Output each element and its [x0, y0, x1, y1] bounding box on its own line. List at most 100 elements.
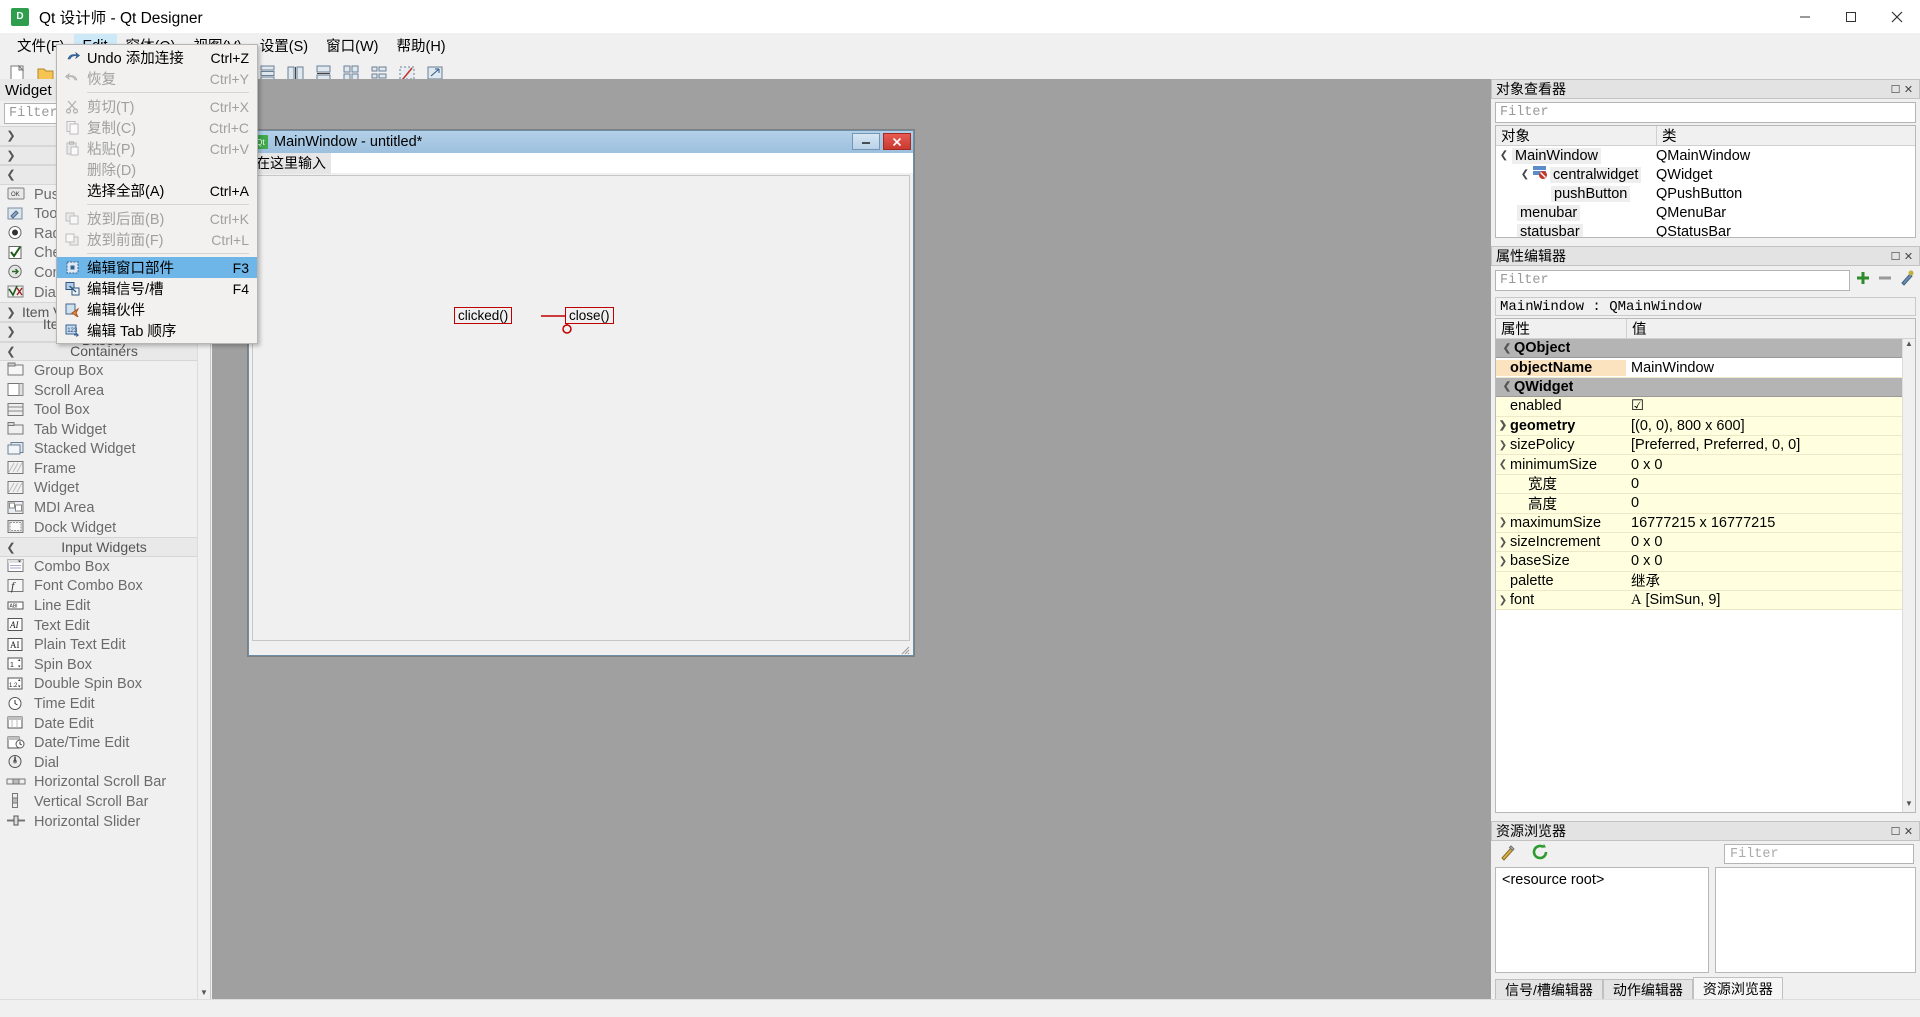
add-property-icon[interactable]: [1854, 269, 1872, 292]
property-value[interactable]: 0 x 0: [1626, 534, 1915, 550]
form-minimize-button[interactable]: [852, 133, 880, 150]
menu-item-bring-to-front[interactable]: 放到前面(F) Ctrl+L: [57, 229, 257, 250]
property-value[interactable]: 继承: [1626, 570, 1915, 591]
widget-item-mdi-area[interactable]: MDI Area: [0, 498, 210, 518]
widget-item-dial[interactable]: Dial: [0, 753, 210, 773]
resource-filter-input[interactable]: Filter: [1724, 844, 1914, 864]
scroll-down-icon[interactable]: ▼: [1903, 799, 1915, 812]
object-tree-row[interactable]: statusbar QStatusBar: [1496, 222, 1915, 237]
property-value[interactable]: 0 x 0: [1626, 457, 1915, 473]
tab-signal-slot-editor[interactable]: 信号/槽编辑器: [1495, 979, 1603, 999]
configure-icon[interactable]: [1898, 269, 1916, 292]
widget-item-dock-widget[interactable]: Dock Widget: [0, 518, 210, 538]
float-icon[interactable]: ☐: [1889, 250, 1902, 263]
menu-item-undo[interactable]: Undo 添加连接 Ctrl+Z: [57, 47, 257, 68]
object-tree-row[interactable]: pushButton QPushButton: [1496, 184, 1915, 203]
chevron-right-icon[interactable]: ❯: [1496, 556, 1510, 567]
property-row-min-width[interactable]: 宽度 0: [1496, 474, 1915, 495]
chevron-right-icon[interactable]: ❯: [1496, 420, 1510, 431]
chevron-right-icon[interactable]: ❯: [1496, 537, 1510, 548]
maximize-button[interactable]: [1828, 0, 1874, 33]
form-central-widget[interactable]: [252, 175, 910, 641]
menu-help[interactable]: 帮助(H): [387, 31, 454, 60]
widget-item-plain-text-edit[interactable]: AI Plain Text Edit: [0, 635, 210, 655]
widget-item-double-spin-box[interactable]: 1.2 Double Spin Box: [0, 675, 210, 695]
menu-item-cut[interactable]: 剪切(T) Ctrl+X: [57, 96, 257, 117]
widget-item-widget[interactable]: Widget: [0, 479, 210, 499]
form-window[interactable]: Qt MainWindow - untitled* 在这里输入 clicked(…: [248, 130, 914, 656]
property-editor-filter[interactable]: Filter: [1495, 270, 1850, 291]
scroll-down-icon[interactable]: ▼: [198, 986, 210, 999]
property-value[interactable]: 0: [1626, 476, 1915, 492]
menu-window[interactable]: 窗口(W): [317, 31, 387, 60]
chevron-down-icon[interactable]: ❮: [1496, 150, 1512, 161]
menu-item-redo[interactable]: 恢复 Ctrl+Y: [57, 68, 257, 89]
property-row-maximumsize[interactable]: ❯ maximumSize 16777215 x 16777215: [1496, 513, 1915, 533]
property-value[interactable]: [(0, 0), 800 x 600]: [1626, 418, 1915, 434]
menu-item-select-all[interactable]: 选择全部(A) Ctrl+A: [57, 180, 257, 201]
chevron-down-icon[interactable]: ❮: [1496, 459, 1510, 470]
property-row-enabled[interactable]: enabled ☑: [1496, 397, 1915, 417]
widget-item-date-edit[interactable]: Date Edit: [0, 714, 210, 734]
widget-item-horizontal-scroll-bar[interactable]: Horizontal Scroll Bar: [0, 773, 210, 793]
object-inspector-tree[interactable]: 对象 类 ❮ MainWindow QMainWindow ❮ centralw…: [1495, 125, 1916, 238]
widget-item-vertical-scroll-bar[interactable]: Vertical Scroll Bar: [0, 792, 210, 812]
property-editor-table[interactable]: 属性 值 ❮ QObject objectName MainWindow ❮ QWi…: [1495, 318, 1916, 813]
property-row-sizeincrement[interactable]: ❯ sizeIncrement 0 x 0: [1496, 532, 1915, 553]
resource-preview[interactable]: [1714, 867, 1916, 973]
scroll-up-icon[interactable]: ▲: [1903, 339, 1915, 352]
property-value[interactable]: 0 x 0: [1626, 553, 1915, 569]
property-value[interactable]: [Preferred, Preferred, 0, 0]: [1626, 437, 1915, 453]
property-value[interactable]: MainWindow: [1626, 359, 1915, 376]
float-icon[interactable]: ☐: [1889, 825, 1902, 838]
menu-item-edit-signals-slots[interactable]: 编辑信号/槽 F4: [57, 278, 257, 299]
remove-property-icon[interactable]: [1876, 269, 1894, 292]
resource-tree[interactable]: <resource root>: [1495, 867, 1709, 973]
chevron-right-icon[interactable]: ❯: [1496, 517, 1510, 528]
property-row-sizepolicy[interactable]: ❯ sizePolicy [Preferred, Preferred, 0, 0]: [1496, 435, 1915, 456]
form-menubar-placeholder[interactable]: 在这里输入: [251, 152, 331, 174]
widget-item-tool-box[interactable]: Tool Box: [0, 400, 210, 420]
menu-item-delete[interactable]: 删除(D): [57, 159, 257, 180]
property-row-palette[interactable]: palette 继承: [1496, 570, 1915, 592]
chevron-right-icon[interactable]: ❯: [1496, 440, 1510, 451]
menu-item-paste[interactable]: 粘贴(P) Ctrl+V: [57, 138, 257, 159]
float-icon[interactable]: ☐: [1889, 83, 1902, 96]
widget-item-frame[interactable]: Frame: [0, 459, 210, 479]
widget-item-spin-box[interactable]: 1 Spin Box: [0, 655, 210, 675]
edit-dropdown-menu[interactable]: Undo 添加连接 Ctrl+Z 恢复 Ctrl+Y 剪切(T) Ctrl+X …: [56, 44, 258, 344]
close-button[interactable]: [1874, 0, 1920, 33]
form-menubar[interactable]: 在这里输入: [249, 152, 913, 174]
widget-item-scroll-area[interactable]: Scroll Area: [0, 381, 210, 401]
menu-item-send-to-back[interactable]: 放到后面(B) Ctrl+K: [57, 208, 257, 229]
property-row-basesize[interactable]: ❯ baseSize 0 x 0: [1496, 552, 1915, 572]
tab-resource-browser[interactable]: 资源浏览器: [1692, 977, 1783, 999]
chevron-right-icon[interactable]: ❯: [1496, 595, 1510, 606]
property-group-qwidget[interactable]: ❮ QWidget: [1496, 377, 1915, 398]
property-value-checkbox[interactable]: ☑: [1626, 398, 1915, 414]
close-icon[interactable]: ✕: [1902, 250, 1915, 263]
widget-item-tab-widget[interactable]: Tab Widget: [0, 420, 210, 440]
widget-group-input-widgets[interactable]: ❮ Input Widgets: [0, 537, 210, 558]
object-tree-row[interactable]: ❮ MainWindow QMainWindow: [1496, 146, 1915, 165]
close-icon[interactable]: ✕: [1902, 825, 1915, 838]
widget-item-datetime-edit[interactable]: Date/Time Edit: [0, 733, 210, 753]
widget-item-text-edit[interactable]: AI Text Edit: [0, 616, 210, 636]
property-scrollbar[interactable]: ▲ ▼: [1902, 339, 1915, 812]
menu-item-copy[interactable]: 复制(C) Ctrl+C: [57, 117, 257, 138]
chevron-down-icon[interactable]: ❮: [1517, 169, 1533, 180]
property-row-font[interactable]: ❯ font A [SimSun, 9]: [1496, 591, 1915, 611]
object-inspector-filter[interactable]: Filter: [1495, 102, 1916, 123]
property-value[interactable]: 16777215 x 16777215: [1626, 515, 1915, 531]
property-value[interactable]: 0: [1626, 495, 1915, 511]
widget-item-font-combo-box[interactable]: f Font Combo Box: [0, 577, 210, 597]
reload-icon[interactable]: [1531, 843, 1549, 866]
menu-settings[interactable]: 设置(S): [251, 31, 317, 60]
widget-item-combo-box[interactable]: Combo Box: [0, 557, 210, 577]
form-close-button[interactable]: [883, 133, 911, 150]
widget-item-horizontal-slider[interactable]: Horizontal Slider: [0, 812, 210, 832]
menu-item-edit-tab-order[interactable]: 123 编辑 Tab 顺序: [57, 320, 257, 341]
chevron-down-icon[interactable]: ❮: [1500, 343, 1514, 354]
widget-item-time-edit[interactable]: Time Edit: [0, 694, 210, 714]
design-canvas[interactable]: Qt MainWindow - untitled* 在这里输入 clicked(…: [212, 79, 1491, 999]
